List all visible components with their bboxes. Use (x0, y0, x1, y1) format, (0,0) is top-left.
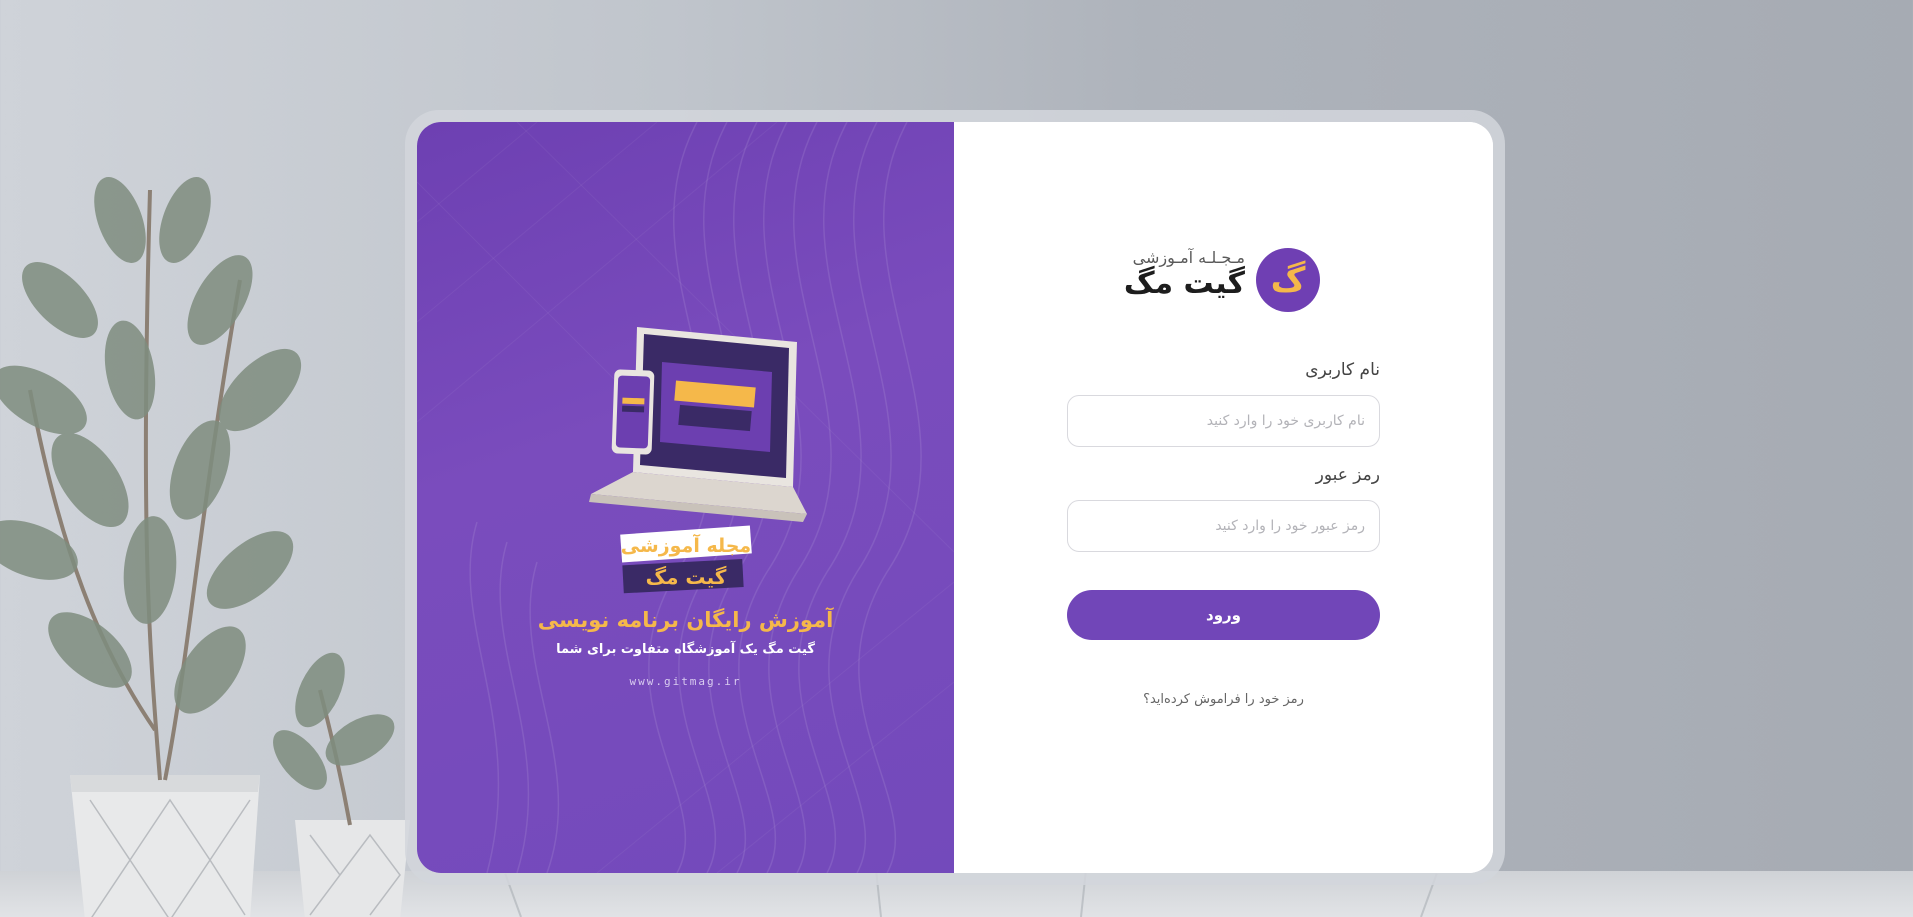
brand-tagline: مـجـلـه آمـوزشی (1132, 248, 1245, 267)
password-input[interactable] (1067, 500, 1380, 552)
brand-mark-icon: گ (1256, 248, 1320, 312)
promo-logo-line1: مجله آموزشی (621, 533, 751, 557)
promo-logo: مجله آموزشی گیت مگ (620, 525, 752, 594)
brand-name: گیت مگ (1123, 266, 1245, 301)
brand-logo: مـجـلـه آمـوزشی گیت مگ گ (1120, 245, 1320, 315)
promo-url: www.gitmag.ir (629, 675, 742, 688)
password-label: رمز عبور (1315, 465, 1380, 485)
login-card: مجله آموزشی گیت مگ آموزش رایگان برنامه ن… (417, 122, 1493, 873)
promo-logo-line2: گیت مگ (646, 565, 727, 589)
promo-headline: آموزش رایگان برنامه نویسی (537, 608, 834, 632)
username-label: نام کاربری (1305, 360, 1380, 380)
promo-panel: مجله آموزشی گیت مگ آموزش رایگان برنامه ن… (417, 122, 954, 873)
plant-illustration (0, 177, 410, 917)
login-panel: مـجـلـه آمـوزشی گیت مگ گ نام کاربری رمز … (954, 122, 1493, 873)
forgot-password-link[interactable]: رمز خود را فراموش کرده‌اید؟ (1067, 692, 1380, 707)
login-button[interactable]: ورود (1067, 590, 1380, 640)
username-input[interactable] (1067, 395, 1380, 447)
promo-subheadline: گیت مگ یک آموزشگاه متفاوت برای شما (556, 642, 815, 657)
laptop-illustration (589, 327, 807, 522)
